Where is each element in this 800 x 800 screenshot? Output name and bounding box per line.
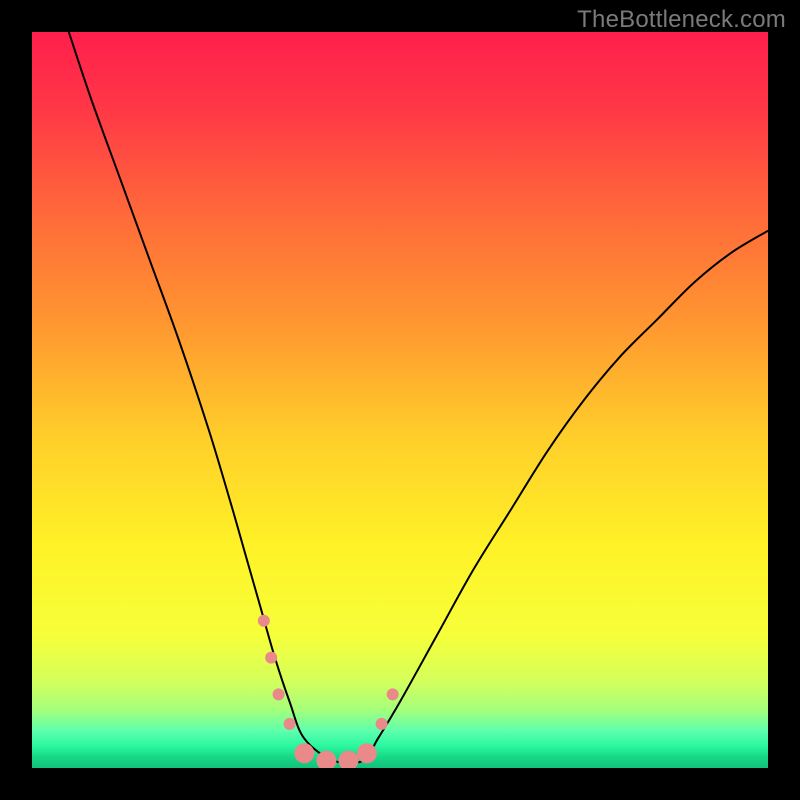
highlight-dot: [387, 688, 399, 700]
highlight-dot: [258, 615, 270, 627]
highlight-dot: [265, 652, 277, 664]
highlight-dots: [258, 615, 399, 768]
plot-area: [32, 32, 768, 768]
highlight-dot: [376, 718, 388, 730]
chart-frame: TheBottleneck.com: [0, 0, 800, 800]
highlight-dot: [338, 751, 358, 768]
highlight-dot: [294, 743, 314, 763]
highlight-dot: [284, 718, 296, 730]
curve-layer: [32, 32, 768, 768]
watermark-text: TheBottleneck.com: [577, 6, 786, 34]
highlight-dot: [357, 743, 377, 763]
highlight-dot: [273, 688, 285, 700]
bottleneck-curve: [69, 32, 768, 763]
